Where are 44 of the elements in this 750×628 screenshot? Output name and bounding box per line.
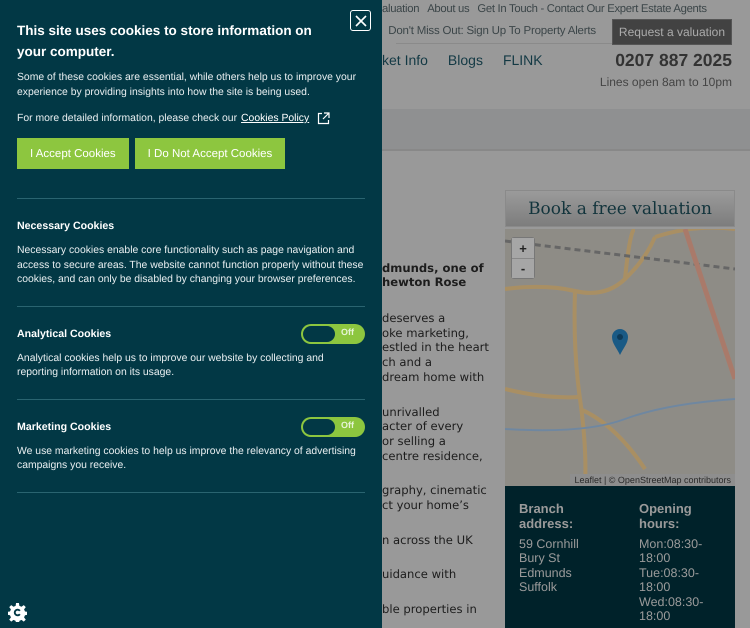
top-nav-link[interactable]: Get In Touch - Contact Our Expert Estate Agents (477, 2, 707, 14)
hours-heading: Opening hours: (639, 501, 693, 531)
main-nav-link[interactable]: Blogs (448, 52, 483, 89)
address-line: 59 Cornhill (519, 537, 580, 552)
opening-hours-line: Tue:08:30-18:00 (639, 566, 700, 595)
zoom-out-button[interactable]: - (512, 258, 534, 278)
article-paragraph: uidance with (382, 567, 458, 582)
opening-hours-line: Mon:08:30-18:00 (639, 537, 704, 566)
cookie-banner-title: This site uses cookies to store information on your computer. (17, 22, 313, 61)
article-paragraph: deserves a oke marketing, estled in the heart ch and a dream home with (382, 311, 490, 385)
section-description: We use marketing cookies to help us improve the relevancy of advertising campaigns you receive. (17, 444, 357, 473)
external-link-icon[interactable] (317, 112, 330, 125)
section-title: Analytical Cookies (17, 328, 112, 340)
article-paragraph: graphy, cinematic ct your home’s (382, 483, 488, 513)
map-pin-icon[interactable] (611, 328, 629, 356)
phone-hours: Lines open 8am to 10pm (600, 75, 732, 89)
phone-number[interactable]: 0207 887 2025 (600, 50, 732, 71)
settings-icon[interactable] (8, 603, 27, 622)
address-line: Bury St Edmunds (519, 551, 573, 580)
book-valuation-header[interactable]: Book a free valuation (505, 190, 735, 227)
section-title: Necessary Cookies (17, 220, 114, 232)
main-nav-link[interactable]: ket Info (382, 52, 428, 89)
article-paragraph: ble properties in (382, 602, 478, 617)
section-title: Marketing Cookies (17, 420, 112, 432)
close-icon (354, 14, 366, 26)
top-nav-link[interactable]: aluation (382, 2, 420, 14)
article-heading: dmunds, one of hewton Rose (382, 261, 485, 289)
main-nav-link[interactable]: FLINK (502, 52, 543, 89)
section-description: Necessary cookies enable core functionality such as page navigation and access to secure areas. The website cannot function properly without these cookies, and can only be disabled by changing your browser preferences. (17, 244, 364, 287)
close-button[interactable] (350, 10, 371, 31)
address-line: Suffolk (519, 580, 558, 595)
cookies-policy-link[interactable]: Cookies Policy (241, 113, 310, 124)
request-valuation-button[interactable]: Request a valuation (612, 19, 732, 45)
address-heading: Branch address: (519, 501, 574, 531)
opening-hours-line: Wed:08:30-18:00 (639, 594, 704, 624)
property-alerts-link[interactable]: Don't Miss Out: Sign Up To Property Alerts (388, 25, 596, 37)
section-description: Analytical cookies help us to improve our website by collecting and reporting information on its usage. (17, 352, 325, 380)
policy-text: For more detailed information, please check our (17, 113, 238, 124)
article-paragraph: n across the UK (382, 532, 474, 548)
intro-text: Some of these cookies are essential, while others help us to improve your experience by providing insights into how the site is being used. (17, 71, 358, 100)
article-paragraph: unrivalled acter of every or selling a centre residence, (382, 404, 484, 464)
map-attribution[interactable]: Leaflet | © OpenStreetMap contributors (570, 474, 735, 486)
zoom-in-button[interactable]: + (512, 238, 534, 258)
top-nav-link[interactable]: About us (427, 2, 470, 14)
